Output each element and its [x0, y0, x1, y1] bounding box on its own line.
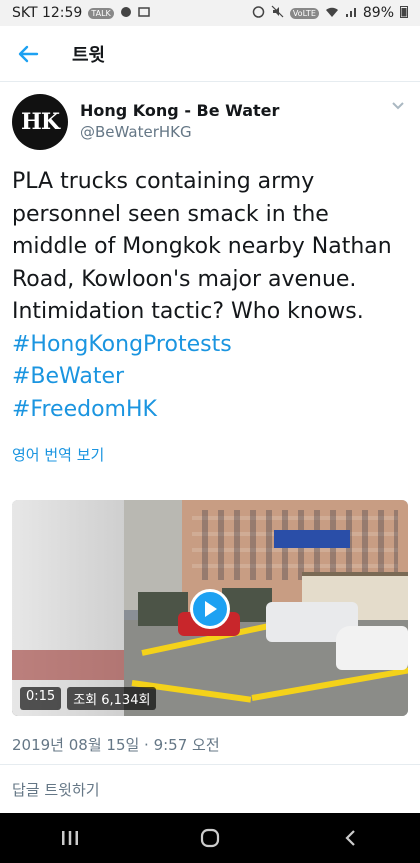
tweet-author: HK Hong Kong - Be Water @BeWaterHKG [12, 92, 408, 152]
volte-icon: VoLTE [289, 7, 319, 19]
mute-icon [271, 5, 284, 21]
video-player[interactable]: 0:15 조회 6,134회 [12, 500, 408, 716]
image-icon [138, 6, 150, 21]
play-icon [205, 601, 217, 617]
tweet-text-line: middle of Mongkok nearby Nathan [12, 234, 392, 259]
tweet-text-line: Road, Kowloon's major avenue. [12, 266, 357, 292]
page-title: 트윗 [72, 44, 106, 66]
alarm-icon [252, 5, 265, 21]
home-button[interactable] [180, 813, 240, 863]
home-icon [200, 828, 220, 848]
carrier-time: SKT 12:59 [12, 5, 83, 21]
tweet-text-line: PLA trucks containing army [12, 169, 315, 194]
recent-apps-button[interactable] [40, 813, 100, 863]
translate-link[interactable]: 영어 번역 보기 [12, 444, 104, 465]
author-names: Hong Kong - Be Water @BeWaterHKG [80, 101, 388, 143]
back-system-button[interactable] [320, 813, 380, 863]
back-button[interactable] [0, 26, 56, 82]
tweet-text-line: Intimidation tactic? Who knows. [12, 299, 364, 324]
signal-icon [345, 6, 357, 21]
battery-icon [400, 5, 408, 21]
tweet-timestamp[interactable]: 2019년 08월 15일 · 9:57 오전 [12, 734, 220, 755]
status-right: VoLTE 89% [252, 5, 408, 21]
video-scene-bus [12, 500, 124, 716]
divider [0, 764, 420, 765]
wifi-icon [325, 6, 339, 21]
talk-notification-icon: TALK [88, 7, 114, 19]
chat-bubble-icon [120, 6, 132, 21]
reply-tweet-button[interactable]: 답글 트윗하기 [12, 779, 100, 800]
play-button[interactable] [190, 589, 230, 629]
chevron-left-icon [345, 830, 355, 846]
video-meta: 0:15 조회 6,134회 [20, 687, 157, 710]
user-handle[interactable]: @BeWaterHKG [80, 121, 388, 143]
battery-percent: 89% [362, 5, 394, 21]
video-scene-bus-band [12, 650, 124, 680]
tweet-text: PLA trucks containing army personnel see… [12, 166, 412, 426]
system-nav-bar [0, 813, 420, 863]
status-left: SKT 12:59 TALK [12, 5, 150, 21]
video-view-count: 조회 6,134회 [67, 687, 157, 710]
hashtag-link[interactable]: #FreedomHK [12, 394, 412, 427]
video-scene-car [336, 626, 408, 670]
tweet-menu-button[interactable] [388, 96, 408, 116]
app-header: 트윗 [0, 26, 420, 82]
recent-apps-icon [62, 831, 78, 845]
display-name[interactable]: Hong Kong - Be Water [80, 101, 388, 121]
chevron-down-icon [392, 102, 404, 110]
arrow-left-icon [18, 45, 39, 62]
avatar[interactable]: HK [12, 94, 68, 150]
video-duration: 0:15 [20, 687, 62, 710]
tweet-text-line: personnel seen smack in the [12, 201, 329, 227]
hashtag-link[interactable]: #BeWater [12, 361, 412, 394]
status-bar: SKT 12:59 TALK VoLTE 89% [0, 0, 420, 26]
hashtag-link[interactable]: #HongKongProtests [12, 329, 412, 362]
video-scene-sign [274, 530, 350, 548]
